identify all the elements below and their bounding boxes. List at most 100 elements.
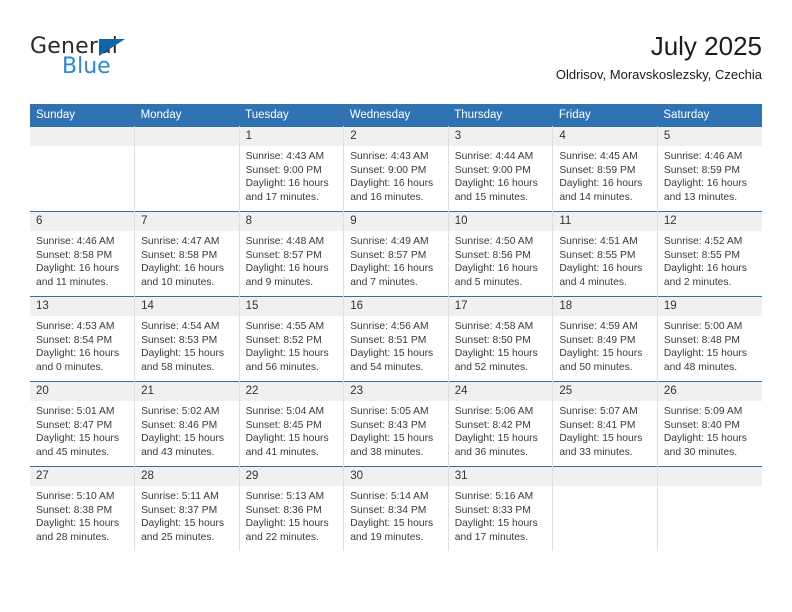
day-cell[interactable]: 11 Sunrise: 4:51 AM Sunset: 8:55 PM Dayl… — [552, 211, 658, 297]
day-cell[interactable]: 22 Sunrise: 5:04 AM Sunset: 8:45 PM Dayl… — [239, 381, 345, 467]
daylight-text-line2: and 4 minutes. — [559, 276, 627, 288]
day-cell[interactable]: 3 Sunrise: 4:44 AM Sunset: 9:00 PM Dayli… — [448, 126, 554, 212]
brand-name-blue: Blue — [62, 54, 111, 79]
daylight-text-line1: Daylight: 15 hours — [663, 348, 747, 360]
day-cell[interactable]: 10 Sunrise: 4:50 AM Sunset: 8:56 PM Dayl… — [448, 211, 554, 297]
daylight-text-line1: Daylight: 15 hours — [663, 433, 747, 445]
day-cell[interactable] — [134, 126, 240, 212]
sunset-text: Sunset: 8:58 PM — [36, 249, 113, 261]
day-cell[interactable]: 12 Sunrise: 4:52 AM Sunset: 8:55 PM Dayl… — [657, 211, 762, 297]
daylight-text-line2: and 9 minutes. — [245, 276, 314, 288]
day-details: Sunrise: 5:09 AM Sunset: 8:40 PM Dayligh… — [658, 401, 762, 459]
sunset-text: Sunset: 8:36 PM — [245, 504, 322, 516]
daylight-text-line2: and 41 minutes. — [245, 446, 319, 458]
daylight-text-line1: Daylight: 15 hours — [454, 348, 538, 360]
day-number: 20 — [30, 382, 135, 401]
day-cell[interactable]: 25 Sunrise: 5:07 AM Sunset: 8:41 PM Dayl… — [552, 381, 658, 467]
daylight-text-line2: and 0 minutes. — [36, 361, 104, 373]
day-details: Sunrise: 4:46 AM Sunset: 8:59 PM Dayligh… — [658, 146, 762, 204]
day-number: 17 — [448, 297, 553, 316]
weekday-header-wednesday: Wednesday — [343, 104, 449, 127]
sunset-text: Sunset: 8:54 PM — [36, 334, 113, 346]
day-cell[interactable]: 26 Sunrise: 5:09 AM Sunset: 8:40 PM Dayl… — [657, 381, 762, 467]
daylight-text-line2: and 10 minutes. — [141, 276, 215, 288]
day-number: 30 — [344, 467, 448, 486]
day-details — [135, 146, 239, 150]
day-details: Sunrise: 4:48 AM Sunset: 8:57 PM Dayligh… — [240, 231, 344, 289]
day-cell[interactable]: 17 Sunrise: 4:58 AM Sunset: 8:50 PM Dayl… — [448, 296, 554, 382]
day-cell[interactable]: 14 Sunrise: 4:54 AM Sunset: 8:53 PM Dayl… — [134, 296, 240, 382]
daylight-text-line1: Daylight: 15 hours — [454, 518, 538, 530]
day-cell[interactable]: 21 Sunrise: 5:02 AM Sunset: 8:46 PM Dayl… — [134, 381, 240, 467]
day-details: Sunrise: 5:01 AM Sunset: 8:47 PM Dayligh… — [30, 401, 134, 459]
sunrise-text: Sunrise: 5:14 AM — [350, 491, 429, 502]
day-cell[interactable]: 19 Sunrise: 5:00 AM Sunset: 8:48 PM Dayl… — [657, 296, 762, 382]
day-cell[interactable]: 7 Sunrise: 4:47 AM Sunset: 8:58 PM Dayli… — [134, 211, 240, 297]
day-cell[interactable]: 31 Sunrise: 5:16 AM Sunset: 8:33 PM Dayl… — [448, 466, 554, 551]
sunset-text: Sunset: 8:55 PM — [663, 249, 741, 261]
day-cell[interactable]: 30 Sunrise: 5:14 AM Sunset: 8:34 PM Dayl… — [343, 466, 449, 551]
sunrise-text: Sunrise: 4:46 AM — [663, 151, 743, 162]
day-cell[interactable]: 4 Sunrise: 4:45 AM Sunset: 8:59 PM Dayli… — [552, 126, 658, 212]
day-cell[interactable]: 13 Sunrise: 4:53 AM Sunset: 8:54 PM Dayl… — [30, 296, 136, 382]
daylight-text-line1: Daylight: 15 hours — [245, 433, 329, 445]
day-cell[interactable]: 9 Sunrise: 4:49 AM Sunset: 8:57 PM Dayli… — [343, 211, 449, 297]
day-cell[interactable] — [657, 466, 762, 551]
sunset-text: Sunset: 8:47 PM — [36, 419, 113, 431]
day-cell[interactable]: 18 Sunrise: 4:59 AM Sunset: 8:49 PM Dayl… — [552, 296, 658, 382]
day-cell[interactable]: 28 Sunrise: 5:11 AM Sunset: 8:37 PM Dayl… — [134, 466, 240, 551]
sunrise-text: Sunrise: 5:00 AM — [663, 321, 743, 332]
day-details: Sunrise: 4:43 AM Sunset: 9:00 PM Dayligh… — [240, 146, 344, 204]
day-details: Sunrise: 4:51 AM Sunset: 8:55 PM Dayligh… — [553, 231, 657, 289]
day-cell[interactable] — [30, 126, 136, 212]
day-number: 11 — [553, 212, 657, 231]
day-details: Sunrise: 4:49 AM Sunset: 8:57 PM Dayligh… — [344, 231, 448, 289]
day-number: 26 — [657, 382, 762, 401]
daylight-text-line2: and 28 minutes. — [36, 531, 110, 543]
day-cell[interactable]: 24 Sunrise: 5:06 AM Sunset: 8:42 PM Dayl… — [448, 381, 554, 467]
day-number: 6 — [30, 212, 135, 231]
daylight-text-line1: Daylight: 16 hours — [559, 263, 643, 275]
sunrise-text: Sunrise: 4:55 AM — [245, 321, 325, 332]
daylight-text-line1: Daylight: 15 hours — [245, 348, 329, 360]
brand-logo[interactable]: General Blue — [30, 34, 190, 86]
daylight-text-line2: and 54 minutes. — [350, 361, 424, 373]
day-number: 3 — [448, 127, 553, 146]
day-number: 25 — [553, 382, 657, 401]
day-cell[interactable]: 20 Sunrise: 5:01 AM Sunset: 8:47 PM Dayl… — [30, 381, 136, 467]
day-details — [553, 486, 657, 490]
day-cell[interactable]: 5 Sunrise: 4:46 AM Sunset: 8:59 PM Dayli… — [657, 126, 762, 212]
sunrise-text: Sunrise: 4:54 AM — [141, 321, 220, 332]
day-cell[interactable] — [552, 466, 658, 551]
day-cell[interactable]: 27 Sunrise: 5:10 AM Sunset: 8:38 PM Dayl… — [30, 466, 136, 551]
sunrise-text: Sunrise: 4:53 AM — [36, 321, 115, 332]
daylight-text-line1: Daylight: 15 hours — [350, 433, 434, 445]
day-cell[interactable]: 16 Sunrise: 4:56 AM Sunset: 8:51 PM Dayl… — [343, 296, 449, 382]
day-number — [135, 127, 239, 146]
daylight-text-line1: Daylight: 16 hours — [36, 348, 119, 360]
daylight-text-line2: and 25 minutes. — [141, 531, 215, 543]
day-cell[interactable]: 6 Sunrise: 4:46 AM Sunset: 8:58 PM Dayli… — [30, 211, 136, 297]
weekday-header-tuesday: Tuesday — [239, 104, 344, 127]
sunset-text: Sunset: 8:50 PM — [454, 334, 531, 346]
sunrise-text: Sunrise: 5:11 AM — [141, 491, 219, 502]
daylight-text-line2: and 17 minutes. — [245, 191, 319, 203]
weekday-header-friday: Friday — [552, 104, 658, 127]
day-cell[interactable]: 8 Sunrise: 4:48 AM Sunset: 8:57 PM Dayli… — [239, 211, 345, 297]
day-number: 24 — [448, 382, 553, 401]
day-number — [657, 467, 762, 486]
daylight-text-line2: and 13 minutes. — [663, 191, 738, 203]
day-number: 14 — [135, 297, 239, 316]
day-cell[interactable]: 23 Sunrise: 5:05 AM Sunset: 8:43 PM Dayl… — [343, 381, 449, 467]
day-cell[interactable]: 2 Sunrise: 4:43 AM Sunset: 9:00 PM Dayli… — [343, 126, 449, 212]
day-cell[interactable]: 1 Sunrise: 4:43 AM Sunset: 9:00 PM Dayli… — [239, 126, 345, 212]
sunrise-text: Sunrise: 4:51 AM — [559, 236, 638, 247]
day-cell[interactable]: 15 Sunrise: 4:55 AM Sunset: 8:52 PM Dayl… — [239, 296, 345, 382]
daylight-text-line1: Daylight: 15 hours — [36, 518, 119, 530]
sunset-text: Sunset: 8:51 PM — [350, 334, 427, 346]
sunset-text: Sunset: 9:00 PM — [245, 164, 322, 176]
sunset-text: Sunset: 8:53 PM — [141, 334, 218, 346]
daylight-text-line1: Daylight: 16 hours — [663, 178, 747, 190]
day-cell[interactable]: 29 Sunrise: 5:13 AM Sunset: 8:36 PM Dayl… — [239, 466, 345, 551]
day-details: Sunrise: 4:53 AM Sunset: 8:54 PM Dayligh… — [30, 316, 134, 374]
